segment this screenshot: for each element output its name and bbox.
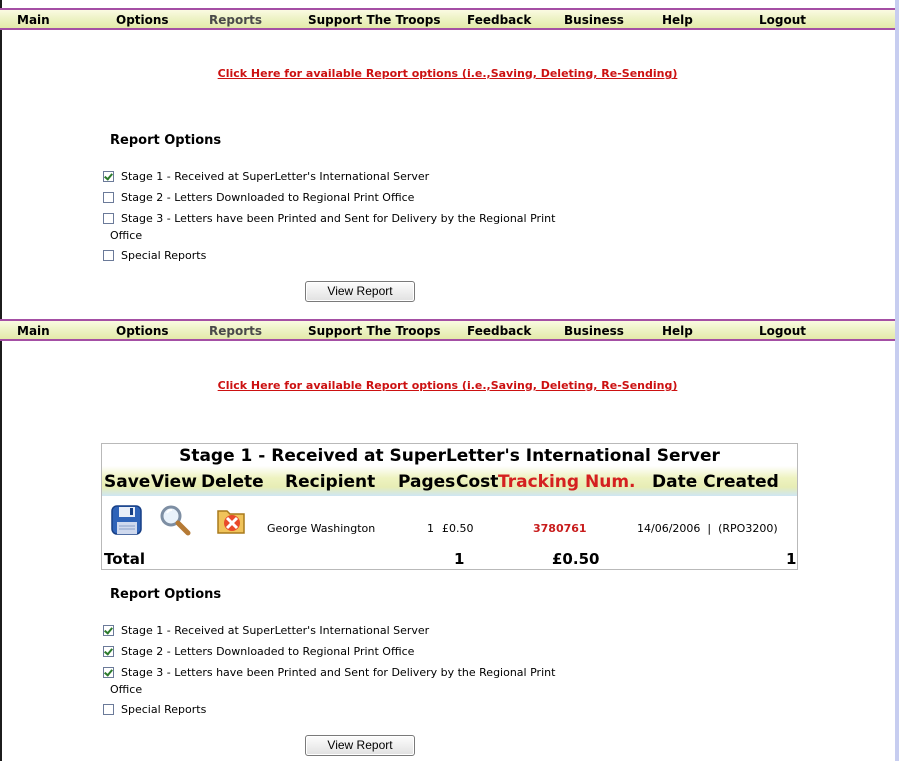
header-pages: Pages — [398, 472, 456, 492]
nav-help[interactable]: Help — [662, 324, 693, 338]
bottom-nav-bar: Main Options Reports Support The Troops … — [0, 319, 895, 341]
top-nav-bar: Main Options Reports Support The Troops … — [0, 8, 895, 30]
stage1-label: Stage 1 - Received at SuperLetter's Inte… — [121, 170, 430, 183]
special-reports-option[interactable]: Special Reports — [103, 703, 206, 716]
special-reports-label: Special Reports — [121, 703, 207, 716]
stage3-checkbox[interactable] — [103, 213, 114, 224]
header-date-created: Date Created — [652, 472, 779, 492]
row-recipient: George Washington — [267, 522, 376, 535]
stage3-checkbox[interactable] — [103, 667, 114, 678]
header-recipient: Recipient — [285, 472, 376, 492]
header-cost: Cost — [456, 472, 499, 492]
special-reports-checkbox[interactable] — [103, 704, 114, 715]
header-save: Save — [104, 472, 151, 492]
nav-reports[interactable]: Reports — [209, 324, 262, 338]
nav-business[interactable]: Business — [564, 324, 624, 338]
stage1-checkbox[interactable] — [103, 625, 114, 636]
stage3-label: Stage 3 - Letters have been Printed and … — [121, 666, 556, 679]
report-table-header: Save View Delete Recipient Pages Cost Tr… — [102, 466, 797, 496]
report-options-link[interactable]: Click Here for available Report options … — [0, 67, 895, 80]
nav-logout[interactable]: Logout — [759, 13, 806, 27]
row-tracking-number[interactable]: 3780761 — [533, 522, 587, 535]
stage2-checkbox[interactable] — [103, 192, 114, 203]
stage3-label: Stage 3 - Letters have been Printed and … — [121, 212, 556, 225]
report-options-title: Report Options — [110, 133, 222, 148]
save-icon[interactable] — [110, 504, 144, 536]
header-delete: Delete — [201, 472, 264, 492]
nav-reports[interactable]: Reports — [209, 13, 262, 27]
stage1-option[interactable]: Stage 1 - Received at SuperLetter's Inte… — [103, 170, 429, 183]
stage2-option[interactable]: Stage 2 - Letters Downloaded to Regional… — [103, 645, 414, 658]
stage1-checkbox[interactable] — [103, 171, 114, 182]
stage2-label: Stage 2 - Letters Downloaded to Regional… — [121, 191, 415, 204]
window-right-scroll-edge — [895, 0, 899, 761]
stage3-option[interactable]: Stage 3 - Letters have been Printed and … — [103, 666, 555, 679]
stage2-option[interactable]: Stage 2 - Letters Downloaded to Regional… — [103, 191, 414, 204]
nav-main[interactable]: Main — [17, 13, 50, 27]
special-reports-checkbox[interactable] — [103, 250, 114, 261]
nav-support-the-troops[interactable]: Support The Troops — [308, 324, 441, 338]
stage1-label: Stage 1 - Received at SuperLetter's Inte… — [121, 624, 430, 637]
stage1-option[interactable]: Stage 1 - Received at SuperLetter's Inte… — [103, 624, 429, 637]
nav-main[interactable]: Main — [17, 324, 50, 338]
nav-help[interactable]: Help — [662, 13, 693, 27]
total-cost: £0.50 — [552, 550, 600, 568]
row-date-created: 14/06/2006 | (RPO3200) — [637, 522, 778, 535]
view-report-button[interactable]: View Report — [305, 281, 415, 302]
row-pages: 1 — [427, 522, 434, 535]
nav-support-the-troops[interactable]: Support The Troops — [308, 13, 441, 27]
total-pages: 1 — [454, 550, 465, 568]
stage3-option[interactable]: Stage 3 - Letters have been Printed and … — [103, 212, 555, 225]
nav-options[interactable]: Options — [116, 13, 169, 27]
special-reports-option[interactable]: Special Reports — [103, 249, 206, 262]
magnifier-icon[interactable] — [159, 504, 191, 536]
nav-feedback[interactable]: Feedback — [467, 324, 531, 338]
row-cost: £0.50 — [442, 522, 474, 535]
nav-business[interactable]: Business — [564, 13, 624, 27]
header-tracking-num: Tracking Num. — [498, 472, 636, 492]
report-options-link[interactable]: Click Here for available Report options … — [0, 379, 895, 392]
stage2-checkbox[interactable] — [103, 646, 114, 657]
header-view: View — [151, 472, 197, 492]
stage2-label: Stage 2 - Letters Downloaded to Regional… — [121, 645, 415, 658]
stage3-label-wrap: Office — [110, 683, 143, 696]
view-report-button[interactable]: View Report — [305, 735, 415, 756]
special-reports-label: Special Reports — [121, 249, 207, 262]
delete-icon[interactable] — [215, 504, 247, 536]
report-options-title: Report Options — [110, 587, 222, 602]
report-table: Stage 1 - Received at SuperLetter's Inte… — [101, 443, 798, 570]
nav-logout[interactable]: Logout — [759, 324, 806, 338]
total-label: Total — [104, 550, 145, 568]
report-table-title: Stage 1 - Received at SuperLetter's Inte… — [179, 446, 720, 466]
nav-options[interactable]: Options — [116, 324, 169, 338]
nav-feedback[interactable]: Feedback — [467, 13, 531, 27]
stage3-label-wrap: Office — [110, 229, 143, 242]
total-count: 1 — [786, 550, 797, 568]
